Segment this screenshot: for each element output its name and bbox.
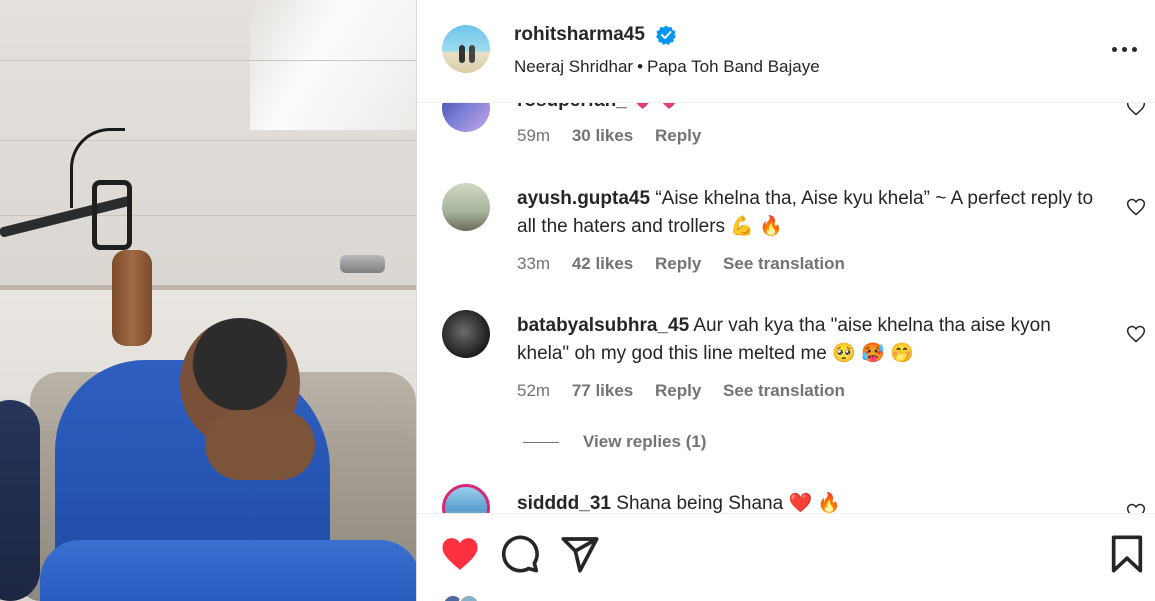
comment-time: 52m [517,381,551,400]
verified-badge-icon [656,25,676,45]
comment-meta: 52m 77 likes Reply See translation [517,381,862,401]
avatar-figure [469,45,475,63]
comment-body: Shana being Shana ❤️ 🔥 [616,493,842,513]
author-username[interactable]: rohitsharma45 [514,24,645,46]
more-horizontal-icon [1112,47,1117,52]
wall-light [250,0,416,130]
comment-text: sidddd_31 Shana being Shana ❤️ 🔥 [517,490,1102,513]
microphone [112,250,152,346]
comment-likes[interactable]: 77 likes [572,381,633,400]
collaborator-link[interactable]: Neeraj Shridhar [514,57,633,76]
audio-link[interactable]: Papa Toh Band Bajaye [647,57,820,76]
comment-handle[interactable]: rosuperfan_ [517,103,627,111]
see-translation-button[interactable]: See translation [723,381,845,400]
person-legs [40,540,416,601]
liker-avatar [458,594,480,601]
wall-tile-line [0,140,416,141]
comments-list[interactable]: rosuperfan_ 💗 💗 59m 30 likes Reply ayush… [417,103,1155,513]
more-dot [1132,47,1137,52]
post-media[interactable]: 45 [0,0,416,601]
liked-by-avatars[interactable] [442,594,492,601]
side-person [0,400,40,601]
comment-handle[interactable]: sidddd_31 [517,493,611,513]
replies-divider [523,442,559,444]
reply-button[interactable]: Reply [655,381,701,400]
mic-shock-mount [92,180,132,250]
comment-likes[interactable]: 30 likes [572,126,633,145]
comment-handle[interactable]: batabyalsubhra_45 [517,315,689,336]
comment-like-heart-icon[interactable] [1126,103,1146,117]
heart-filled-icon[interactable] [440,534,480,574]
separator-dot: • [637,57,644,76]
reply-button[interactable]: Reply [655,254,701,273]
reply-button[interactable]: Reply [655,126,701,145]
commenter-avatar[interactable] [442,310,490,358]
comment-body: 💗 💗 [632,103,680,111]
comment-icon[interactable] [500,534,540,574]
comment-text: batabyalsubhra_45 Aur vah kya tha "aise … [517,312,1102,368]
comment-handle[interactable]: ayush.gupta45 [517,188,650,209]
comment-meta: 33m 42 likes Reply See translation [517,254,862,274]
person-hand [205,410,315,480]
avatar-figure [459,45,465,63]
wall-tile-line [0,60,416,61]
author-avatar[interactable] [442,25,490,73]
comment-time: 59m [517,126,551,145]
more-dot [1122,47,1127,52]
comment-like-heart-icon[interactable] [1126,197,1146,217]
see-translation-button[interactable]: See translation [723,254,845,273]
post-header: rohitsharma45 Neeraj Shridhar • Papa Toh B… [417,0,1155,103]
comment-text: ayush.gupta45 “Aise khelna tha, Aise kyu… [517,185,1102,241]
view-replies-label: View replies (1) [583,432,707,451]
comment-meta: 59m 30 likes Reply [517,126,718,146]
commenter-avatar[interactable] [442,183,490,231]
comment-likes[interactable]: 42 likes [572,254,633,273]
post-actions-bar [417,513,1155,601]
comment-time: 33m [517,254,551,273]
comment-like-heart-icon[interactable] [1126,324,1146,344]
commenter-avatar[interactable] [442,484,490,513]
comment-text: rosuperfan_ 💗 💗 [517,103,1102,115]
bookmark-icon[interactable] [1107,534,1147,574]
post-details-panel: rohitsharma45 Neeraj Shridhar • Papa Toh B… [416,0,1155,601]
view-replies-button[interactable]: View replies (1) [523,432,706,452]
comment-like-heart-icon[interactable] [1126,502,1146,513]
share-icon[interactable] [560,534,600,574]
post-subline: Neeraj Shridhar • Papa Toh Band Bajaye [514,57,820,77]
more-options-button[interactable] [1110,38,1140,62]
commenter-avatar[interactable] [442,103,490,132]
wall-tap [340,255,385,273]
